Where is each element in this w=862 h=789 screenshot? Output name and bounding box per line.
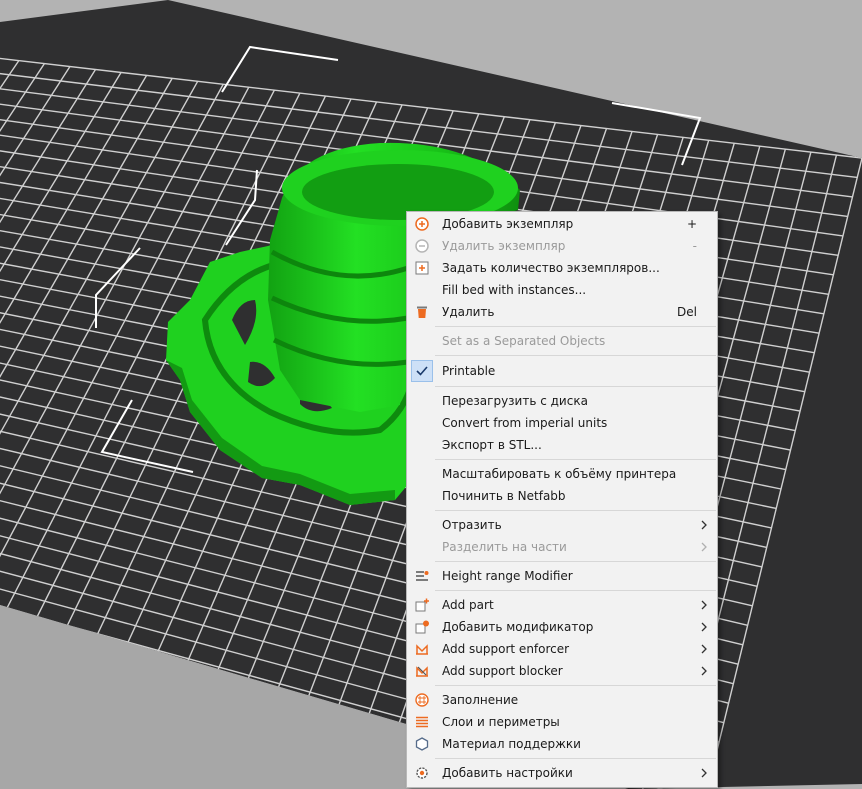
menu-item-label: Удалить [442, 305, 495, 319]
menu-item-label: Add part [442, 598, 494, 612]
support-material-icon [414, 736, 430, 752]
menu-separator [435, 386, 716, 387]
chevron-right-icon [701, 520, 707, 530]
menu-item-fill-bed[interactable]: Fill bed with instances... [407, 279, 717, 301]
menu-item-scale-to-volume[interactable]: Масштабировать к объёму принтера [407, 463, 717, 485]
menu-item-label: Починить в Netfabb [442, 489, 566, 503]
menu-item-fix-netfabb[interactable]: Починить в Netfabb [407, 485, 717, 507]
menu-item-label: Convert from imperial units [442, 416, 608, 430]
menu-separator [435, 561, 716, 562]
chevron-right-icon [701, 542, 707, 552]
menu-item-reload[interactable]: Перезагрузить с диска [407, 390, 717, 412]
menu-item-set-instances[interactable]: Задать количество экземпляров... [407, 257, 717, 279]
menu-item-add-instance[interactable]: Добавить экземпляр + [407, 213, 717, 235]
menu-item-label: Set as a Separated Objects [442, 334, 606, 348]
menu-item-split[interactable]: Разделить на части [407, 536, 717, 558]
menu-item-label: Добавить экземпляр [442, 217, 574, 231]
menu-separator [435, 510, 716, 511]
chevron-right-icon [701, 644, 707, 654]
menu-item-support-blocker[interactable]: Add support blocker [407, 660, 717, 682]
menu-item-export-stl[interactable]: Экспорт в STL... [407, 434, 717, 456]
menu-item-delete[interactable]: Удалить Del [407, 301, 717, 323]
menu-item-infill[interactable]: Заполнение [407, 689, 717, 711]
context-menu[interactable]: Добавить экземпляр + Удалить экземпляр -… [406, 211, 718, 788]
menu-separator [435, 685, 716, 686]
menu-item-label: Задать количество экземпляров... [442, 261, 660, 275]
chevron-right-icon [701, 666, 707, 676]
chevron-right-icon [701, 600, 707, 610]
menu-item-support-material[interactable]: Материал поддержки [407, 733, 717, 755]
menu-item-label: Add support enforcer [442, 642, 570, 656]
menu-item-label: Перезагрузить с диска [442, 394, 588, 408]
layers-icon [414, 714, 430, 730]
add-part-icon [414, 597, 430, 613]
menu-item-label: Разделить на части [442, 540, 567, 554]
support-blocker-icon [414, 663, 430, 679]
menu-item-mirror[interactable]: Отразить [407, 514, 717, 536]
menu-item-label: Добавить модификатор [442, 620, 594, 634]
instances-number-icon [414, 260, 430, 276]
support-enforcer-icon [414, 641, 430, 657]
menu-separator [435, 590, 716, 591]
menu-item-shortcut: Del [677, 305, 697, 319]
menu-item-label: Отразить [442, 518, 502, 532]
remove-circle-icon [414, 238, 430, 254]
menu-item-label: Height range Modifier [442, 569, 573, 583]
menu-separator [435, 758, 716, 759]
chevron-right-icon [701, 768, 707, 778]
menu-item-add-modifier[interactable]: Добавить модификатор [407, 616, 717, 638]
menu-item-label: Printable [442, 364, 496, 378]
menu-item-shortcut: + [686, 217, 697, 231]
menu-item-label: Материал поддержки [442, 737, 581, 751]
chevron-right-icon [701, 622, 707, 632]
add-circle-icon [414, 216, 430, 232]
menu-item-add-part[interactable]: Add part [407, 594, 717, 616]
menu-item-label: Масштабировать к объёму принтера [442, 467, 677, 481]
menu-item-label: Добавить настройки [442, 766, 573, 780]
menu-item-label: Слои и периметры [442, 715, 560, 729]
menu-separator [435, 355, 716, 356]
menu-item-height-range[interactable]: Height range Modifier [407, 565, 717, 587]
settings-icon [414, 765, 430, 781]
menu-item-label: Удалить экземпляр [442, 239, 566, 253]
menu-separator [435, 459, 716, 460]
menu-item-set-separated[interactable]: Set as a Separated Objects [407, 330, 717, 352]
menu-item-label: Заполнение [442, 693, 519, 707]
menu-item-support-enforcer[interactable]: Add support enforcer [407, 638, 717, 660]
add-modifier-icon [414, 619, 430, 635]
menu-item-printable[interactable]: Printable [407, 359, 717, 383]
check-icon [411, 360, 433, 382]
menu-item-label: Add support blocker [442, 664, 563, 678]
menu-item-layers[interactable]: Слои и периметры [407, 711, 717, 733]
menu-item-convert-imperial[interactable]: Convert from imperial units [407, 412, 717, 434]
menu-item-label: Экспорт в STL... [442, 438, 542, 452]
infill-icon [414, 692, 430, 708]
trash-icon [414, 304, 430, 320]
menu-item-shortcut: - [692, 239, 697, 253]
menu-separator [435, 326, 716, 327]
menu-item-label: Fill bed with instances... [442, 283, 587, 297]
menu-item-add-settings[interactable]: Добавить настройки [407, 762, 717, 784]
menu-item-remove-instance[interactable]: Удалить экземпляр - [407, 235, 717, 257]
height-range-icon [414, 568, 430, 584]
